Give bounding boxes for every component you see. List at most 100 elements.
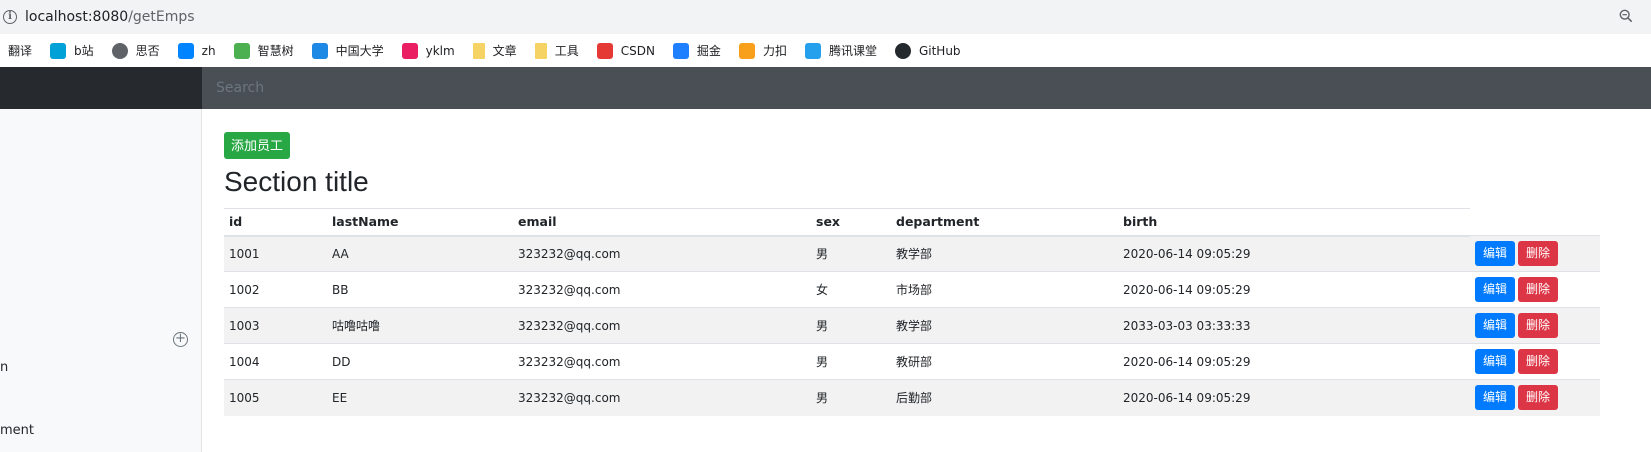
bookmark-label: yklm	[425, 43, 455, 58]
table-row: 1001 AA 323232@qq.com 男教学部 2020-06-14 09:05:…	[224, 235, 1600, 272]
bookmark-label: b站	[74, 44, 94, 58]
sidebar-item-label[interactable]: ment	[0, 423, 34, 438]
edit-button[interactable]: 编辑	[1475, 349, 1516, 374]
employees-table: id lastName email sex department birth 1…	[224, 208, 1600, 416]
search-input[interactable]	[202, 67, 1651, 109]
bookmark-item[interactable]: 腾讯课堂	[804, 42, 877, 59]
cell-department: 后勤部	[891, 379, 1118, 416]
cell-sex: 女	[811, 271, 891, 308]
edit-button[interactable]: 编辑	[1475, 313, 1516, 338]
yklm-icon	[401, 42, 418, 59]
cell-lastname: DD	[327, 343, 513, 380]
delete-button[interactable]: 删除	[1518, 349, 1559, 374]
table-body: 1001 AA 323232@qq.com 男教学部 2020-06-14 09:05:…	[224, 235, 1600, 416]
delete-button[interactable]: 删除	[1518, 277, 1559, 302]
top-navbar	[0, 67, 1651, 109]
column-header-department: department	[891, 208, 1118, 237]
add-report-plus-icon[interactable]: +	[173, 332, 188, 347]
cell-department: 教研部	[891, 343, 1118, 380]
bookmark-item[interactable]: 思否	[111, 42, 160, 59]
delete-button[interactable]: 删除	[1518, 241, 1559, 266]
edit-button[interactable]: 编辑	[1475, 385, 1516, 411]
cell-birth: 2020-06-14 09:05:29	[1118, 343, 1470, 380]
sidebar: + n ment	[0, 109, 202, 452]
cell-actions: 编辑 删除	[1470, 307, 1600, 344]
bookmark-item[interactable]: 翻译	[8, 42, 32, 59]
globe-icon	[111, 42, 128, 59]
bookmark-item[interactable]: 文章	[472, 42, 517, 59]
delete-button[interactable]: 删除	[1518, 313, 1559, 338]
table-row: 1002 BB 323232@qq.com 女市场部 2020-06-14 09:05:…	[224, 271, 1600, 308]
url-host: localhost:8080	[25, 9, 129, 25]
bookmark-label: 文章	[492, 44, 517, 58]
bookmarks-bar: 翻译 b站 思否 zh 智慧树 中国大学 yklm 文章 工具 CSDN 掘金 力扣 腾讯课堂 GitHu…	[0, 34, 1651, 67]
bookmark-label: 掘金	[696, 44, 721, 58]
cell-birth: 2020-06-14 09:05:29	[1118, 379, 1470, 416]
bookmark-item[interactable]: 掘金	[672, 42, 721, 59]
cell-id: 1005	[224, 379, 327, 416]
bookmark-item[interactable]: 中国大学	[311, 42, 384, 59]
bookmark-label: 工具	[554, 44, 579, 58]
bookmark-label: 翻译	[8, 44, 33, 58]
cell-lastname: AA	[327, 235, 513, 272]
column-header-email: email	[513, 208, 811, 237]
cell-id: 1002	[224, 271, 327, 308]
bookmark-item[interactable]: 工具	[534, 42, 579, 59]
bookmark-item[interactable]: CSDN	[596, 42, 655, 59]
cell-email: 323232@qq.com	[513, 271, 811, 308]
bookmark-item[interactable]: 智慧树	[233, 42, 294, 59]
column-header-birth: birth	[1118, 208, 1470, 237]
cell-birth: 2020-06-14 09:05:29	[1118, 271, 1470, 308]
zoom-icon[interactable]	[1619, 9, 1633, 23]
bookmark-label: 智慧树	[257, 44, 294, 58]
sidebar-item-label[interactable]: n	[0, 360, 8, 375]
column-header-id: id	[224, 208, 327, 237]
column-header-actions	[1470, 209, 1600, 236]
book-icon	[311, 42, 328, 59]
table-row: 1003 咕噜咕噜 323232@qq.com 男教学部 2033-03-03 03:3…	[224, 307, 1600, 344]
column-header-sex: sex	[811, 208, 891, 237]
bookmark-label: 思否	[135, 44, 160, 58]
cell-lastname: BB	[327, 271, 513, 308]
bilibili-icon	[50, 42, 67, 59]
browser-address-bar[interactable]: i localhost:8080/getEmps	[0, 0, 1651, 34]
bookmark-label: 中国大学	[335, 44, 384, 58]
bookmark-label: 腾讯课堂	[828, 44, 877, 58]
bookmark-item[interactable]: yklm	[401, 42, 455, 59]
delete-button[interactable]: 删除	[1518, 385, 1559, 411]
add-employee-button[interactable]: 添加员工	[224, 132, 291, 159]
folder-icon	[534, 42, 547, 59]
table-header-row: id lastName email sex department birth	[224, 208, 1600, 237]
cell-sex: 男	[811, 235, 891, 272]
github-icon	[894, 42, 911, 59]
cell-lastname: 咕噜咕噜	[327, 307, 513, 344]
table-row: 1005 EE 323232@qq.com 男后勤部 2020-06-14 09:05:…	[224, 379, 1600, 416]
cell-lastname: EE	[327, 379, 513, 416]
table-row: 1004 DD 323232@qq.com 男教研部 2020-06-14 09:05:…	[224, 343, 1600, 380]
bookmark-label: GitHub	[918, 43, 961, 58]
bookmark-label: zh	[201, 43, 216, 58]
leetcode-icon	[738, 42, 755, 59]
bookmark-item[interactable]: GitHub	[894, 42, 961, 59]
cell-id: 1004	[224, 343, 327, 380]
column-header-lastname: lastName	[327, 208, 513, 237]
url-text[interactable]: localhost:8080/getEmps	[25, 9, 195, 25]
cell-email: 323232@qq.com	[513, 343, 811, 380]
bookmark-item[interactable]: zh	[177, 42, 216, 59]
cell-birth: 2033-03-03 03:33:33	[1118, 307, 1470, 344]
bookmark-label: CSDN	[620, 43, 655, 58]
cell-birth: 2020-06-14 09:05:29	[1118, 235, 1470, 272]
zhihu-icon	[177, 42, 194, 59]
bookmark-item[interactable]: b站	[50, 42, 94, 59]
bookmark-item[interactable]: 力扣	[738, 42, 787, 59]
cell-id: 1001	[224, 235, 327, 272]
tencent-class-icon	[804, 42, 821, 59]
edit-button[interactable]: 编辑	[1475, 277, 1516, 302]
navbar-brand[interactable]	[0, 67, 202, 109]
cell-email: 323232@qq.com	[513, 235, 811, 272]
bookmark-label: 力扣	[762, 44, 787, 58]
juejin-icon	[672, 42, 689, 59]
edit-button[interactable]: 编辑	[1475, 241, 1516, 266]
cell-email: 323232@qq.com	[513, 379, 811, 416]
info-icon[interactable]: i	[3, 10, 17, 24]
